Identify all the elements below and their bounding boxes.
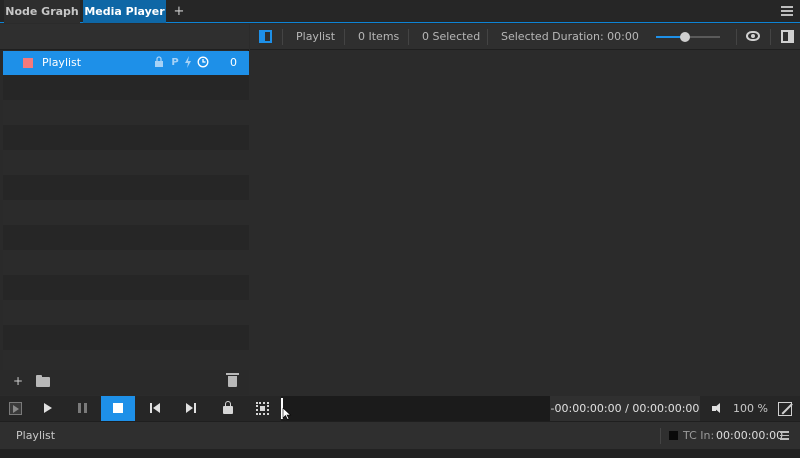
zoom-slider[interactable] [656, 32, 720, 42]
empty-row [3, 125, 249, 150]
empty-row [3, 350, 249, 370]
tc-in-label: TC In: [683, 429, 715, 442]
empty-row [3, 250, 249, 275]
folder-icon[interactable] [36, 375, 50, 387]
tab-media-player[interactable]: Media Player [83, 0, 166, 23]
play-icon [44, 403, 52, 413]
empty-row [3, 150, 249, 175]
tc-in-value: 00:00:00:00 [716, 429, 784, 442]
pause-button[interactable] [66, 396, 100, 421]
mouse-cursor-icon [282, 408, 292, 420]
play-range-button[interactable] [0, 396, 34, 421]
previous-button[interactable] [137, 396, 171, 421]
next-button[interactable] [173, 396, 207, 421]
toolbar-playlist-label: Playlist [296, 30, 336, 43]
status-playlist-label: Playlist [16, 429, 56, 442]
panel-toggle-icon[interactable] [781, 30, 794, 43]
zoom-slider-handle[interactable] [679, 32, 690, 42]
tc-swatch [669, 431, 678, 440]
play-range-icon [9, 402, 22, 415]
items-count: 0 Items [358, 30, 400, 43]
color-curve-icon[interactable] [778, 402, 792, 416]
lock-icon [223, 401, 233, 414]
add-tab-button[interactable]: + [171, 0, 187, 23]
sidebar-toggle-icon[interactable] [259, 30, 272, 43]
status-divider [660, 428, 661, 444]
fit-frame-icon [256, 402, 269, 415]
add-playlist-button[interactable]: + [13, 374, 23, 388]
selected-duration: Selected Duration: 00:00 [501, 30, 639, 43]
skip-forward-icon [186, 403, 196, 413]
playlist-item[interactable]: Playlist P 0 [3, 51, 249, 75]
bottom-strip [0, 449, 800, 458]
empty-row [3, 275, 249, 300]
timecode-display: -00:00:00:00 / 00:00:00:00 [550, 396, 700, 421]
empty-row [3, 225, 249, 250]
hamburger-menu-icon[interactable] [781, 6, 793, 16]
playlist-color-swatch[interactable] [23, 58, 33, 68]
status-menu-icon[interactable] [780, 431, 789, 440]
toolbar-divider [770, 29, 771, 45]
fit-button[interactable] [245, 396, 279, 421]
empty-row [3, 75, 249, 100]
empty-row [3, 175, 249, 200]
clock-icon[interactable] [197, 56, 209, 69]
toolbar-divider [408, 29, 409, 45]
volume-level[interactable]: 100 % [733, 396, 768, 421]
trash-icon[interactable] [226, 373, 239, 387]
playlist-panel-footer: + [0, 370, 249, 395]
toolbar-divider [344, 29, 345, 45]
playlist-item-count: 0 [230, 56, 237, 69]
playlist-panel: Playlist P 0 + [0, 24, 249, 395]
toolbar-divider [282, 29, 283, 45]
eye-icon[interactable] [746, 31, 760, 41]
playlist-panel-header [0, 24, 249, 50]
media-list-area[interactable] [250, 51, 800, 395]
skip-back-icon [150, 403, 160, 413]
tab-node-graph[interactable]: Node Graph [4, 0, 80, 23]
status-bar: Playlist TC In: 00:00:00:00 [0, 421, 800, 449]
p-flag-icon[interactable]: P [170, 56, 180, 69]
play-button[interactable] [30, 396, 64, 421]
timeline[interactable] [281, 396, 550, 421]
stop-icon [113, 403, 123, 413]
empty-row [3, 100, 249, 125]
timecode: -00:00:00:00 / 00:00:00:00 [550, 402, 700, 415]
empty-row [3, 200, 249, 225]
empty-row [3, 325, 249, 350]
tab-bar: Node Graph Media Player + [0, 0, 800, 23]
lock-icon[interactable] [154, 56, 164, 69]
media-toolbar: Playlist 0 Items 0 Selected Selected Dur… [250, 24, 800, 50]
volume-icon[interactable] [712, 403, 726, 415]
empty-row [3, 300, 249, 325]
bolt-icon[interactable] [183, 56, 193, 69]
toolbar-divider [736, 29, 737, 45]
lock-button[interactable] [210, 396, 244, 421]
transport-bar: -00:00:00:00 / 00:00:00:00 100 % [0, 396, 800, 421]
pause-icon [78, 403, 87, 413]
playlist-name: Playlist [42, 56, 82, 69]
toolbar-divider [487, 29, 488, 45]
selected-count: 0 Selected [422, 30, 481, 43]
stop-button[interactable] [101, 396, 135, 421]
